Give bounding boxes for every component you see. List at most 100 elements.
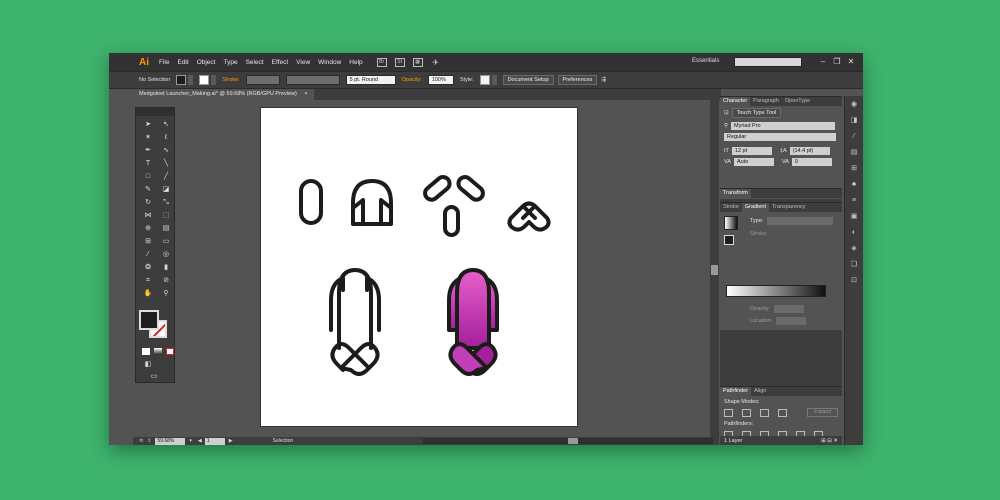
artboard-rotate-icon[interactable]: ⟲ [139,438,143,444]
zoom-dropdown-icon[interactable]: ▾ [189,438,192,444]
shape-builder-tool-icon[interactable]: ⊕ [142,224,154,234]
gradient-location-field[interactable] [776,316,807,325]
zoom-field[interactable]: 59.68% [155,437,186,445]
type-tool-icon[interactable]: T [142,159,154,169]
font-family-field[interactable]: Myriad Pro [731,121,836,130]
rotate-tool-icon[interactable]: ↻ [142,198,154,208]
scale-tool-icon[interactable]: ⤡ [160,198,172,208]
line-tool-icon[interactable]: ╲ [160,159,172,169]
next-artboard-icon[interactable]: ▶ [229,438,233,444]
brush-definition-field[interactable]: 5 pt. Round [345,75,396,85]
links-icon[interactable]: ⊡ [849,276,860,286]
tools-panel-header[interactable] [136,108,174,116]
gradient-slider[interactable] [726,285,826,297]
stroke-swatch[interactable] [199,75,210,85]
direct-selection-tool-icon[interactable]: ↖ [160,120,172,130]
color-guide-icon[interactable]: ◨ [849,116,860,126]
menu-select[interactable]: Select [246,59,264,66]
intersect-icon[interactable] [760,408,769,417]
drawing-mode-icon[interactable]: ◧ [142,360,154,370]
column-graph-tool-icon[interactable]: ▮ [160,263,172,273]
symbols-icon[interactable]: ♣ [849,180,860,190]
tab-character[interactable]: Character [720,97,751,106]
vertical-scrollbar[interactable] [710,100,719,437]
pen-tool-icon[interactable]: ✒ [142,146,154,156]
preferences-button[interactable]: Preferences [557,75,598,85]
style-dropdown[interactable] [491,75,497,85]
new-layer-icon[interactable]: ⊞ ⊟ ✕ [821,438,838,444]
perspective-grid-tool-icon[interactable]: ▤ [160,224,172,234]
gradient-icon[interactable] [154,348,162,355]
gradient-type-field[interactable] [767,216,834,225]
leading-field[interactable]: (14.4 pt) [789,146,830,155]
selection-tool-icon[interactable]: ➤ [142,120,154,130]
font-size-field[interactable]: 12 pt [731,146,772,155]
previous-artboard-icon[interactable]: ◀ [198,438,202,444]
screen-mode-icon[interactable]: ▭ [148,372,160,382]
horizontal-scrollbar[interactable] [423,438,713,444]
arrange-documents-icon[interactable]: ▦ [412,57,423,67]
tab-opentype[interactable]: OpenType [782,97,813,106]
layers-icon[interactable]: ◈ [849,244,860,254]
close-tab-icon[interactable]: × [304,91,307,97]
kerning-field[interactable]: Auto [733,157,774,166]
expand-button[interactable]: Expand [807,408,838,417]
free-transform-tool-icon[interactable]: ⬚ [160,211,172,221]
tab-transparency[interactable]: Transparency [769,203,808,212]
artboard-tool-icon[interactable]: ⌗ [142,276,154,286]
workspace-switcher[interactable]: Essentials [692,58,719,64]
tab-transform[interactable]: Transform [720,189,751,198]
bridge-icon[interactable]: Br [376,57,387,67]
symbol-sprayer-tool-icon[interactable]: ❂ [142,263,154,273]
arrange-icon[interactable]: ⇶ [601,77,606,83]
pencil-tool-icon[interactable]: ✎ [142,185,154,195]
blend-tool-icon[interactable]: ◎ [160,250,172,260]
vertical-scroll-thumb[interactable] [711,265,718,275]
width-tool-icon[interactable]: ⋈ [142,211,154,221]
menu-help[interactable]: Help [349,59,362,66]
gradient-preview-swatch[interactable] [724,216,738,230]
artboards-icon[interactable]: ❏ [849,260,860,270]
minus-front-icon[interactable] [742,408,751,417]
lasso-tool-icon[interactable]: ℓ [160,133,172,143]
fill-swatch[interactable] [176,75,187,85]
color-icon[interactable] [142,348,150,355]
style-swatch[interactable] [479,75,490,85]
eraser-tool-icon[interactable]: ◪ [160,185,172,195]
artboard-number-field[interactable]: 1 [204,437,225,445]
gradient-panel-icon[interactable]: ▣ [849,212,860,222]
graphic-styles-icon[interactable]: ▤ [849,148,860,158]
tab-gradient[interactable]: Gradient [741,203,770,212]
eyedropper-tool-icon[interactable]: ⁄ [142,250,154,260]
fill-color-box[interactable] [139,310,159,330]
none-icon[interactable] [166,348,174,355]
menu-effect[interactable]: Effect [272,59,289,66]
gradient-tool-icon[interactable]: ▭ [160,237,172,247]
document-tab[interactable]: Medgoleet Launcher_Making.ai* @ 59.68% (… [133,89,314,100]
export-icon[interactable]: ⇪ [147,438,151,444]
paintbrush-tool-icon[interactable]: ╱ [160,172,172,182]
gpu-performance-icon[interactable]: ✈ [431,58,441,67]
fill-dropdown[interactable] [188,75,194,85]
search-input[interactable] [734,57,802,67]
variable-width-field[interactable] [285,75,340,85]
unite-icon[interactable] [724,408,733,417]
horizontal-scroll-thumb[interactable] [568,438,578,444]
appearance-icon[interactable]: ◉ [849,100,860,110]
opacity-field[interactable]: 100% [427,75,454,85]
tab-align[interactable]: Align [751,387,769,396]
stock-icon[interactable]: St [394,57,405,67]
close-icon[interactable]: ✕ [845,56,857,67]
menu-object[interactable]: Object [197,59,216,66]
artboard[interactable] [260,107,578,427]
zoom-tool-icon[interactable]: ⚲ [160,289,172,299]
transparency-icon[interactable]: ◐ [849,228,860,238]
hand-tool-icon[interactable]: ✋ [142,289,154,299]
font-style-field[interactable]: Regular [724,132,836,141]
stroke-dropdown[interactable] [211,75,217,85]
magic-wand-icon[interactable]: ✶ [142,133,154,143]
opacity-label[interactable]: Opacity: [402,77,422,83]
tab-stroke[interactable]: Stroke [720,203,742,212]
stroke-label[interactable]: Stroke: [222,77,239,83]
rectangle-tool-icon[interactable]: □ [142,172,154,182]
